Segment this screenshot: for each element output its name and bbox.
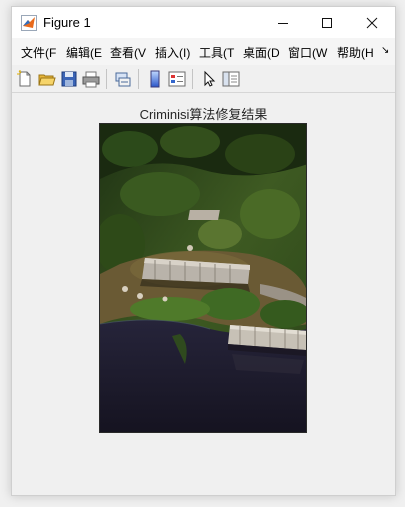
toolbar-separator: [106, 69, 107, 89]
figure-canvas[interactable]: Criminisi算法修复结果: [12, 93, 395, 495]
figure-toolbar: [12, 65, 395, 93]
menu-tools[interactable]: 工具(T: [199, 44, 234, 61]
aerial-village-image: [100, 124, 306, 432]
menu-help[interactable]: 帮助(H: [337, 44, 374, 61]
minimize-icon: [278, 23, 288, 24]
menu-insert[interactable]: 插入(I): [155, 44, 190, 61]
insert-legend-icon[interactable]: [168, 70, 186, 88]
menu-desktop[interactable]: 桌面(D: [243, 44, 280, 61]
menu-view[interactable]: 查看(V: [110, 44, 146, 61]
figure-window: Figure 1 文件(F 编辑(E 查看(V 插入(I) 工具(T 桌面(D …: [11, 6, 396, 496]
save-icon[interactable]: [60, 70, 78, 88]
menu-bar: 文件(F 编辑(E 查看(V 插入(I) 工具(T 桌面(D 窗口(W 帮助(H…: [12, 38, 395, 65]
menu-overflow-icon[interactable]: ↘: [381, 45, 389, 56]
toolbar-separator: [138, 69, 139, 89]
maximize-button[interactable]: [304, 7, 350, 38]
matlab-logo-icon: [21, 15, 37, 31]
minimize-button[interactable]: [260, 7, 306, 38]
maximize-icon: [322, 18, 332, 28]
close-button[interactable]: [349, 7, 395, 38]
edit-plot-arrow-icon[interactable]: [200, 70, 218, 88]
axes-title: Criminisi算法修复结果: [139, 107, 268, 122]
menu-file[interactable]: 文件(F: [21, 44, 56, 61]
menu-edit[interactable]: 编辑(E: [66, 44, 102, 61]
insert-colorbar-icon[interactable]: [146, 70, 164, 88]
close-icon: [366, 17, 378, 29]
new-figure-icon[interactable]: [16, 70, 34, 88]
window-title: Figure 1: [43, 15, 91, 30]
toolbar-separator: [192, 69, 193, 89]
open-file-icon[interactable]: [38, 70, 56, 88]
print-icon[interactable]: [82, 70, 100, 88]
restored-image[interactable]: [99, 123, 307, 433]
menu-window[interactable]: 窗口(W: [288, 44, 327, 61]
property-inspector-icon[interactable]: [222, 70, 240, 88]
title-bar[interactable]: Figure 1: [12, 7, 395, 38]
link-plot-icon[interactable]: [114, 70, 132, 88]
